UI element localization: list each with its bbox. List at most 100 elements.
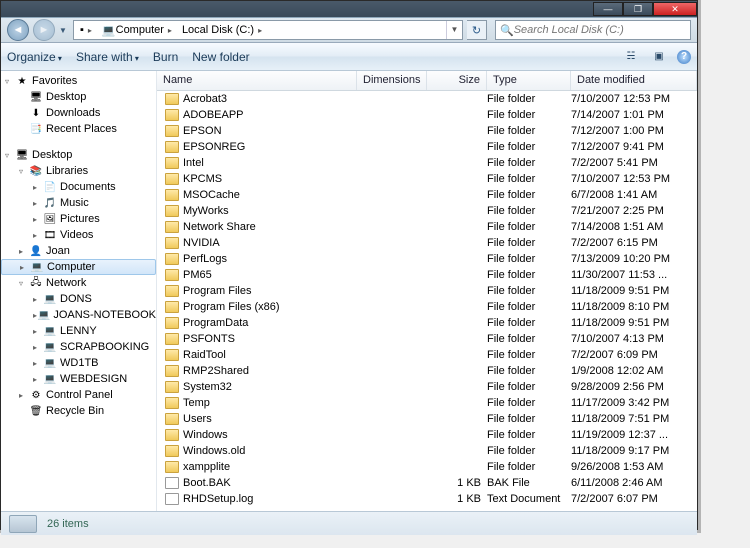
nav-item-desktop[interactable]: ▿🖥Desktop xyxy=(1,147,156,163)
nav-item-desktop[interactable]: 🖥Desktop xyxy=(1,89,156,105)
nav-item-computer[interactable]: ▸💻Computer xyxy=(1,259,156,275)
file-type: File folder xyxy=(487,109,571,121)
refresh-button[interactable]: ↻ xyxy=(467,20,487,40)
nav-item-joans-notebook[interactable]: ▸💻JOANS-NOTEBOOK xyxy=(1,307,156,323)
nav-item-network[interactable]: ▿🖧Network xyxy=(1,275,156,291)
file-type: File folder xyxy=(487,141,571,153)
file-row[interactable]: PerfLogsFile folder7/13/2009 10:20 PM xyxy=(157,251,697,267)
file-date: 11/18/2009 9:51 PM xyxy=(571,317,697,329)
expand-icon: ▸ xyxy=(19,247,29,256)
file-date: 11/30/2007 11:53 ... xyxy=(571,269,697,281)
file-date: 7/12/2007 9:41 PM xyxy=(571,141,697,153)
nav-item-joan[interactable]: ▸👤Joan xyxy=(1,243,156,259)
file-row[interactable]: Network ShareFile folder7/14/2008 1:51 A… xyxy=(157,219,697,235)
nav-item-lenny[interactable]: ▸💻LENNY xyxy=(1,323,156,339)
file-row[interactable]: UsersFile folder11/18/2009 7:51 PM xyxy=(157,411,697,427)
nav-item-downloads[interactable]: ⬇Downloads xyxy=(1,105,156,121)
col-name[interactable]: Name xyxy=(157,71,357,90)
close-button[interactable]: ✕ xyxy=(653,2,697,16)
address-dropdown[interactable]: ▼ xyxy=(446,21,462,39)
file-row[interactable]: PM65File folder11/30/2007 11:53 ... xyxy=(157,267,697,283)
organize-menu[interactable]: Organize xyxy=(7,50,62,64)
minimize-button[interactable]: — xyxy=(593,2,623,16)
file-row[interactable]: xamppliteFile folder9/26/2008 1:53 AM xyxy=(157,459,697,475)
maximize-button[interactable]: ❐ xyxy=(623,2,653,16)
nav-item-webdesign[interactable]: ▸💻WEBDESIGN xyxy=(1,371,156,387)
col-type[interactable]: Type xyxy=(487,71,571,90)
nav-item-videos[interactable]: ▸🎞Videos xyxy=(1,227,156,243)
nav-item-recycle-bin[interactable]: 🗑Recycle Bin xyxy=(1,403,156,419)
file-row[interactable]: TempFile folder11/17/2009 3:42 PM xyxy=(157,395,697,411)
file-row[interactable]: EPSONFile folder7/12/2007 1:00 PM xyxy=(157,123,697,139)
file-name: ProgramData xyxy=(183,317,248,329)
tree-label: Recycle Bin xyxy=(46,405,104,417)
file-row[interactable]: IntelFile folder7/2/2007 5:41 PM xyxy=(157,155,697,171)
file-row[interactable]: NVIDIAFile folder7/2/2007 6:15 PM xyxy=(157,235,697,251)
file-date: 7/2/2007 6:09 PM xyxy=(571,349,697,361)
nav-item-libraries[interactable]: ▿📚Libraries xyxy=(1,163,156,179)
file-row[interactable]: Acrobat3File folder7/10/2007 12:53 PM xyxy=(157,91,697,107)
col-dimensions[interactable]: Dimensions xyxy=(357,71,427,90)
nav-item-dons[interactable]: ▸💻DONS xyxy=(1,291,156,307)
nav-history-dropdown[interactable]: ▼ xyxy=(59,26,69,35)
help-button[interactable]: ? xyxy=(677,50,691,64)
preview-pane-button[interactable]: ▣ xyxy=(649,49,669,65)
file-row[interactable]: System32File folder9/28/2009 2:56 PM xyxy=(157,379,697,395)
file-type: BAK File xyxy=(487,477,571,489)
view-options-button[interactable]: ☵ xyxy=(621,49,641,65)
file-name: EPSONREG xyxy=(183,141,245,153)
file-name: PerfLogs xyxy=(183,253,227,265)
folder-icon xyxy=(165,125,179,137)
col-date[interactable]: Date modified xyxy=(571,71,697,90)
file-row[interactable]: Windows.oldFile folder11/18/2009 9:17 PM xyxy=(157,443,697,459)
tree-label: Downloads xyxy=(46,107,100,119)
file-row[interactable]: Program FilesFile folder11/18/2009 9:51 … xyxy=(157,283,697,299)
address-bar[interactable]: ▪▸ 💻 Computer ▸ Local Disk (C:) ▸ ▼ xyxy=(73,20,463,40)
crumb-computer[interactable]: 💻 Computer ▸ xyxy=(96,21,176,39)
nav-item-wd1tb[interactable]: ▸💻WD1TB xyxy=(1,355,156,371)
nav-item-documents[interactable]: ▸📄Documents xyxy=(1,179,156,195)
file-row[interactable]: ADOBEAPPFile folder7/14/2007 1:01 PM xyxy=(157,107,697,123)
search-input[interactable] xyxy=(514,24,686,36)
tree-icon: ⚙ xyxy=(29,390,43,401)
file-type: File folder xyxy=(487,253,571,265)
file-row[interactable]: RMP2SharedFile folder1/9/2008 12:02 AM xyxy=(157,363,697,379)
file-date: 7/14/2007 1:01 PM xyxy=(571,109,697,121)
tree-label: WEBDESIGN xyxy=(60,373,127,385)
nav-item-control-panel[interactable]: ▸⚙Control Panel xyxy=(1,387,156,403)
tree-icon: 🖼 xyxy=(43,214,57,225)
file-date: 7/10/2007 12:53 PM xyxy=(571,173,697,185)
file-row[interactable]: PSFONTSFile folder7/10/2007 4:13 PM xyxy=(157,331,697,347)
nav-item-recent-places[interactable]: 📑Recent Places xyxy=(1,121,156,137)
file-row[interactable]: RaidToolFile folder7/2/2007 6:09 PM xyxy=(157,347,697,363)
file-row[interactable]: Program Files (x86)File folder11/18/2009… xyxy=(157,299,697,315)
file-name: PM65 xyxy=(183,269,212,281)
file-row[interactable]: KPCMSFile folder7/10/2007 12:53 PM xyxy=(157,171,697,187)
file-type: File folder xyxy=(487,317,571,329)
burn-button[interactable]: Burn xyxy=(153,50,178,64)
forward-button[interactable]: ► xyxy=(33,19,55,41)
nav-item-scrapbooking[interactable]: ▸💻SCRAPBOOKING xyxy=(1,339,156,355)
file-row[interactable]: MyWorksFile folder7/21/2007 2:25 PM xyxy=(157,203,697,219)
crumb-local-disk[interactable]: Local Disk (C:) ▸ xyxy=(176,21,266,39)
crumb-root-icon[interactable]: ▪▸ xyxy=(74,21,96,39)
back-button[interactable]: ◄ xyxy=(7,19,29,41)
file-row[interactable]: EPSONREG File folder7/12/2007 9:41 PM xyxy=(157,139,697,155)
file-row[interactable]: WindowsFile folder11/19/2009 12:37 ... xyxy=(157,427,697,443)
new-folder-button[interactable]: New folder xyxy=(192,50,249,64)
search-box[interactable]: 🔍 xyxy=(495,20,691,40)
col-size[interactable]: Size xyxy=(427,71,487,90)
nav-item-music[interactable]: ▸🎵Music xyxy=(1,195,156,211)
file-row[interactable]: ProgramData File folder11/18/2009 9:51 PM xyxy=(157,315,697,331)
file-row[interactable]: RHDSetup.log1 KBText Document7/2/2007 6:… xyxy=(157,491,697,507)
folder-icon xyxy=(165,253,179,265)
share-menu[interactable]: Share with xyxy=(76,50,139,64)
file-row[interactable]: Boot.BAK1 KBBAK File6/11/2008 2:46 AM xyxy=(157,475,697,491)
nav-item-pictures[interactable]: ▸🖼Pictures xyxy=(1,211,156,227)
column-headers[interactable]: Name Dimensions Size Type Date modified xyxy=(157,71,697,91)
tree-icon: 🎵 xyxy=(43,198,57,209)
file-date: 7/10/2007 4:13 PM xyxy=(571,333,697,345)
file-type: File folder xyxy=(487,333,571,345)
nav-item-favorites[interactable]: ▿★Favorites xyxy=(1,73,156,89)
file-row[interactable]: MSOCacheFile folder6/7/2008 1:41 AM xyxy=(157,187,697,203)
